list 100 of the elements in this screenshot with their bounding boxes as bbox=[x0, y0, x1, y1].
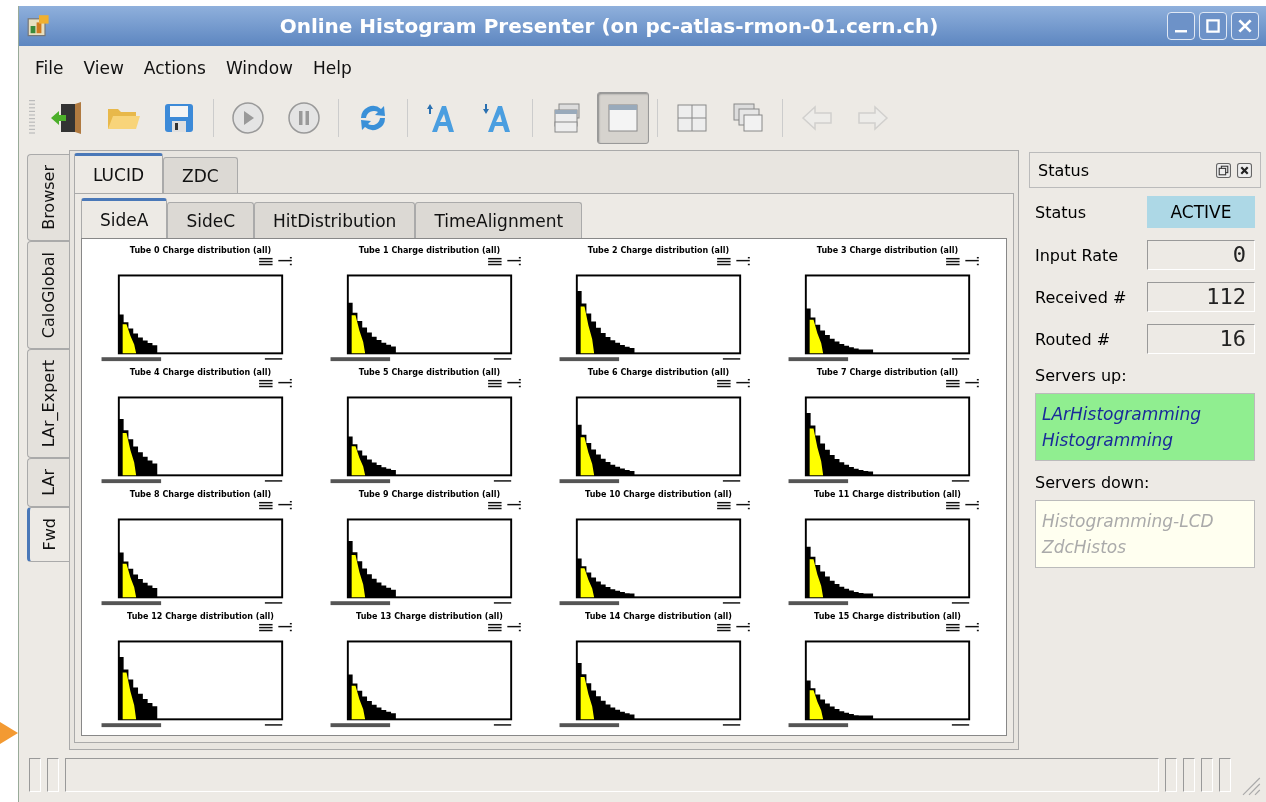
side-tab[interactable]: LAr_Expert bbox=[27, 349, 69, 459]
axis-tick-mark bbox=[722, 358, 741, 360]
counter-display: 112 bbox=[1147, 282, 1255, 312]
axis-caption-bar bbox=[559, 601, 620, 606]
histogram-title: Tube 6 Charge distribution (all) bbox=[586, 368, 731, 378]
axis-caption-bar bbox=[330, 723, 391, 728]
histogram-title: Tube 13 Charge distribution (all) bbox=[355, 612, 504, 622]
axis-caption-bar bbox=[788, 601, 849, 606]
side-tab[interactable]: LAr bbox=[27, 458, 69, 508]
float-icon[interactable] bbox=[1216, 162, 1231, 178]
stats-legend-drawing bbox=[946, 378, 979, 388]
stats-legend-drawing bbox=[259, 378, 292, 388]
menu-item[interactable]: File bbox=[25, 54, 74, 82]
status-bar-cell bbox=[1165, 758, 1177, 792]
menu-item[interactable]: View bbox=[73, 54, 134, 82]
axis-tick-mark bbox=[493, 358, 512, 360]
axis-caption-bar bbox=[101, 357, 162, 362]
axis-tick-mark bbox=[493, 602, 512, 604]
stats-legend-drawing bbox=[946, 622, 979, 632]
histogram-title: Tube 2 Charge distribution (all) bbox=[586, 246, 731, 256]
axis-caption-bar bbox=[788, 479, 849, 484]
stats-legend-drawing bbox=[259, 622, 292, 632]
close-icon[interactable] bbox=[1237, 162, 1252, 178]
server-name: Histogramming-LCD bbox=[1042, 511, 1215, 531]
axis-caption-bar bbox=[330, 357, 391, 362]
field-label: Received # bbox=[1035, 287, 1128, 307]
highlight-area bbox=[122, 433, 137, 476]
tab[interactable]: ZDC bbox=[163, 157, 238, 193]
axis-tick-mark bbox=[722, 480, 741, 482]
side-tab[interactable]: Fwd bbox=[27, 507, 69, 562]
axis-caption-bar bbox=[101, 479, 162, 484]
axis-caption-bar bbox=[559, 723, 620, 728]
tab[interactable]: SideA bbox=[81, 198, 168, 238]
highlight-area bbox=[351, 555, 366, 598]
status-indicator: ACTIVE bbox=[1147, 196, 1255, 228]
histogram-title: Tube 7 Charge distribution (all) bbox=[815, 368, 960, 378]
window-title: Online Histogram Presenter (on pc-atlas-rmon-01.cern.ch) bbox=[278, 14, 940, 38]
minimize-icon bbox=[1175, 30, 1187, 33]
highlight-area bbox=[809, 428, 824, 476]
stats-legend-drawing bbox=[488, 500, 521, 510]
play-icon bbox=[230, 100, 266, 136]
status-bar-cell bbox=[1219, 758, 1231, 792]
menu-item[interactable]: Window bbox=[215, 54, 303, 82]
stats-legend-drawing bbox=[717, 256, 750, 266]
histogram-title: Tube 10 Charge distribution (all) bbox=[584, 490, 733, 500]
maximize-icon bbox=[1204, 17, 1222, 35]
stats-legend-drawing bbox=[488, 622, 521, 632]
tab[interactable]: TimeAlignment bbox=[415, 202, 583, 238]
toolbar-grip-icon bbox=[29, 100, 35, 136]
tab[interactable]: SideC bbox=[167, 202, 255, 238]
minimize-button[interactable] bbox=[1167, 12, 1195, 40]
histogram-title: Tube 12 Charge distribution (all) bbox=[126, 612, 275, 622]
axis-caption-bar bbox=[330, 479, 391, 484]
axis-caption-bar bbox=[788, 357, 849, 362]
menu-item[interactable]: Help bbox=[302, 54, 362, 82]
histogram-title: Tube 9 Charge distribution (all) bbox=[357, 490, 502, 500]
axis-tick-mark bbox=[264, 724, 283, 726]
axis-tick-mark bbox=[722, 602, 741, 604]
field-label: Status bbox=[1035, 202, 1087, 222]
axis-tick-mark bbox=[951, 724, 970, 726]
stats-legend-drawing bbox=[946, 256, 979, 266]
section-label: Servers up: bbox=[1034, 365, 1128, 385]
menu-item[interactable]: Actions bbox=[133, 54, 216, 82]
highlight-area bbox=[580, 677, 595, 720]
pause-icon bbox=[286, 100, 322, 136]
histogram-title: Tube 1 Charge distribution (all) bbox=[357, 246, 502, 256]
close-icon bbox=[1236, 17, 1254, 35]
server-name: ZdcHistos bbox=[1042, 537, 1128, 557]
stats-legend-drawing bbox=[488, 378, 521, 388]
close-button[interactable] bbox=[1231, 12, 1259, 40]
histogram-title: Tube 5 Charge distribution (all) bbox=[357, 368, 502, 378]
highlight-area bbox=[122, 672, 137, 720]
maximize-button[interactable] bbox=[1199, 12, 1227, 40]
section-label: Servers down: bbox=[1034, 472, 1151, 492]
stats-legend-drawing bbox=[717, 378, 750, 388]
axis-tick-mark bbox=[722, 724, 741, 726]
status-bar-cell bbox=[29, 758, 41, 792]
panel-title: Status bbox=[1038, 160, 1090, 180]
status-bar-cell bbox=[1183, 758, 1195, 792]
axis-tick-mark bbox=[493, 480, 512, 482]
tab[interactable]: HitDistribution bbox=[254, 202, 416, 238]
highlight-area bbox=[809, 319, 824, 354]
axis-tick-mark bbox=[951, 358, 970, 360]
single-window-button[interactable] bbox=[597, 92, 649, 144]
axis-caption-bar bbox=[101, 723, 162, 728]
app-icon bbox=[27, 14, 51, 38]
field-label: Routed # bbox=[1035, 329, 1112, 349]
stats-legend-drawing bbox=[717, 500, 750, 510]
side-tab[interactable]: Browser bbox=[27, 154, 69, 241]
axis-caption-bar bbox=[788, 723, 849, 728]
axis-tick-mark bbox=[264, 480, 283, 482]
side-tab[interactable]: CaloGlobal bbox=[27, 240, 69, 350]
tab[interactable]: LUCID bbox=[74, 153, 164, 193]
histogram-title: Tube 0 Charge distribution (all) bbox=[128, 246, 273, 256]
highlight-area bbox=[580, 437, 595, 476]
histogram-title: Tube 8 Charge distribution (all) bbox=[128, 490, 273, 500]
axis-tick-mark bbox=[493, 724, 512, 726]
axis-tick-mark bbox=[264, 602, 283, 604]
highlight-area bbox=[351, 315, 366, 354]
axis-caption-bar bbox=[330, 601, 391, 606]
